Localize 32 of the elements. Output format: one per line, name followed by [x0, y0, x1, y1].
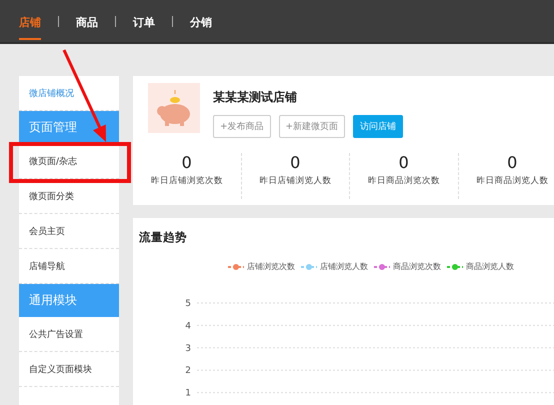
- sidebar-item[interactable]: 会员主页: [19, 214, 119, 249]
- sidebar-item[interactable]: 公共广告设置: [19, 317, 119, 352]
- y-tick-label: 4: [185, 321, 191, 332]
- stat-value: 0: [182, 153, 192, 172]
- store-name: 某某某测试店铺: [213, 89, 298, 106]
- piggy-bank-icon: [148, 83, 200, 133]
- nav-tab[interactable]: 店铺: [19, 2, 41, 40]
- legend-item[interactable]: 店铺浏览人数: [301, 261, 368, 272]
- sidebar-item[interactable]: 自定义页面模块: [19, 352, 119, 387]
- stat-value: 0: [290, 153, 300, 172]
- chart-title: 流量趋势: [138, 229, 188, 245]
- y-tick-label: 3: [185, 344, 191, 354]
- nav-tab[interactable]: 分销: [190, 2, 212, 40]
- nav-tab[interactable]: 订单: [133, 2, 155, 40]
- stat-value: 0: [507, 153, 518, 172]
- y-tick-label: 2: [185, 366, 191, 376]
- y-tick-label: 1: [185, 388, 191, 399]
- sidebar-item[interactable]: 微页面分类: [19, 179, 119, 214]
- sidebar-item[interactable]: 微页面/杂志: [19, 144, 119, 179]
- add-button[interactable]: +发布商品: [213, 115, 271, 138]
- sidebar-section-header: 通用模块: [19, 284, 119, 317]
- legend-item[interactable]: 商品浏览次数: [374, 261, 441, 272]
- add-button[interactable]: +新建微页面: [278, 115, 346, 138]
- stat-label: 昨日商品浏览人数: [476, 175, 548, 187]
- stat-label: 昨日店铺浏览人数: [259, 175, 332, 187]
- legend-item[interactable]: 店铺浏览次数: [228, 261, 295, 272]
- nav-tab[interactable]: 商品: [76, 2, 98, 40]
- y-tick-label: 5: [185, 299, 191, 309]
- stat-value: 0: [398, 153, 409, 172]
- stat-label: 昨日店铺浏览次数: [150, 175, 223, 187]
- stat-label: 昨日商品浏览次数: [368, 175, 440, 187]
- legend-item[interactable]: 商品浏览人数: [447, 261, 514, 272]
